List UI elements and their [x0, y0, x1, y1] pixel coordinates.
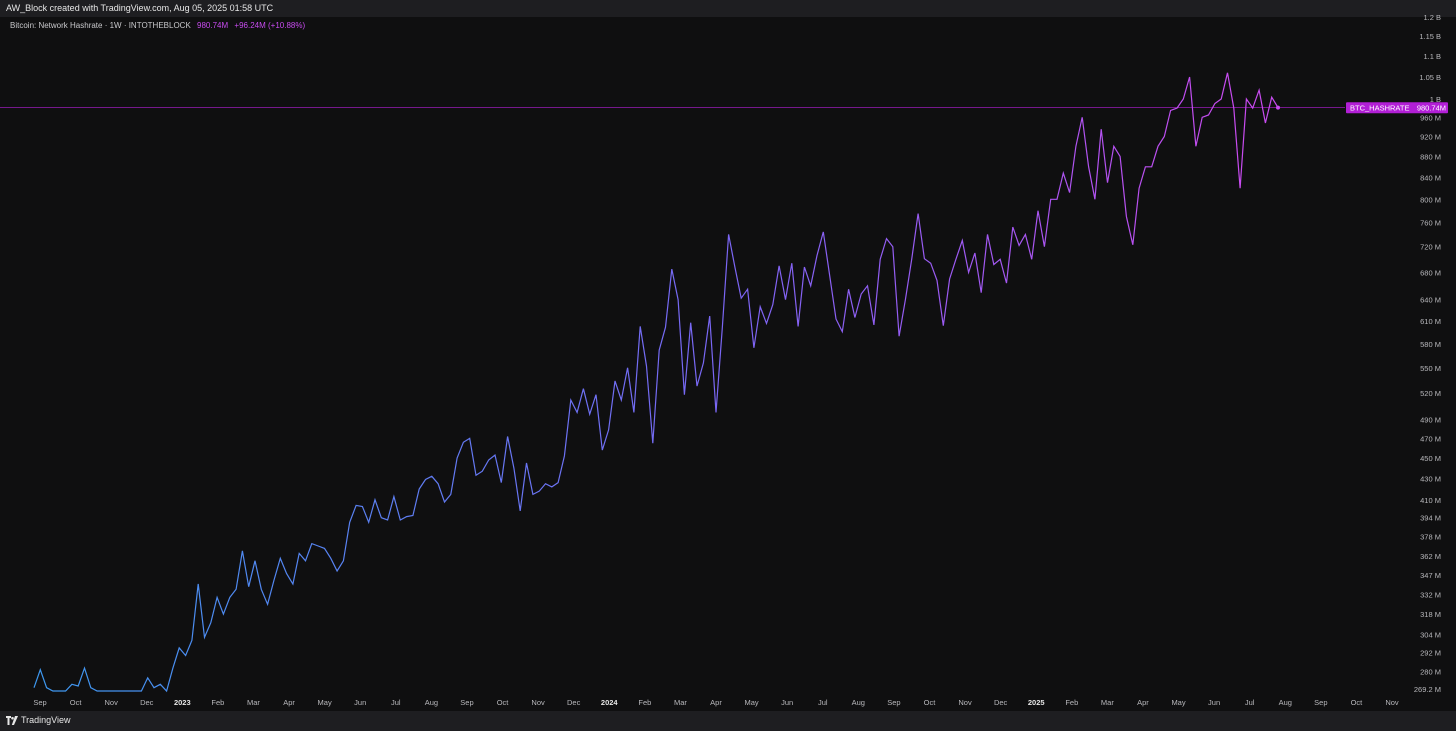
legend-value: 980.74M	[197, 21, 229, 30]
caption-text: AW_Block created with TradingView.com, A…	[6, 3, 274, 13]
caption-bar: AW_Block created with TradingView.com, A…	[0, 0, 1456, 17]
chart-area[interactable]	[0, 17, 1456, 711]
series-legend: Bitcoin: Network Hashrate · 1W · INTOTHE…	[10, 21, 305, 30]
tradingview-logo-icon	[6, 715, 18, 725]
footer-bar: TradingView	[0, 711, 1456, 731]
tradingview-logo[interactable]: TradingView	[6, 715, 71, 725]
brand-name: TradingView	[21, 715, 71, 725]
legend-title: Bitcoin: Network Hashrate · 1W · INTOTHE…	[10, 21, 191, 30]
legend-change: +96.24M (+10.88%)	[234, 21, 306, 30]
